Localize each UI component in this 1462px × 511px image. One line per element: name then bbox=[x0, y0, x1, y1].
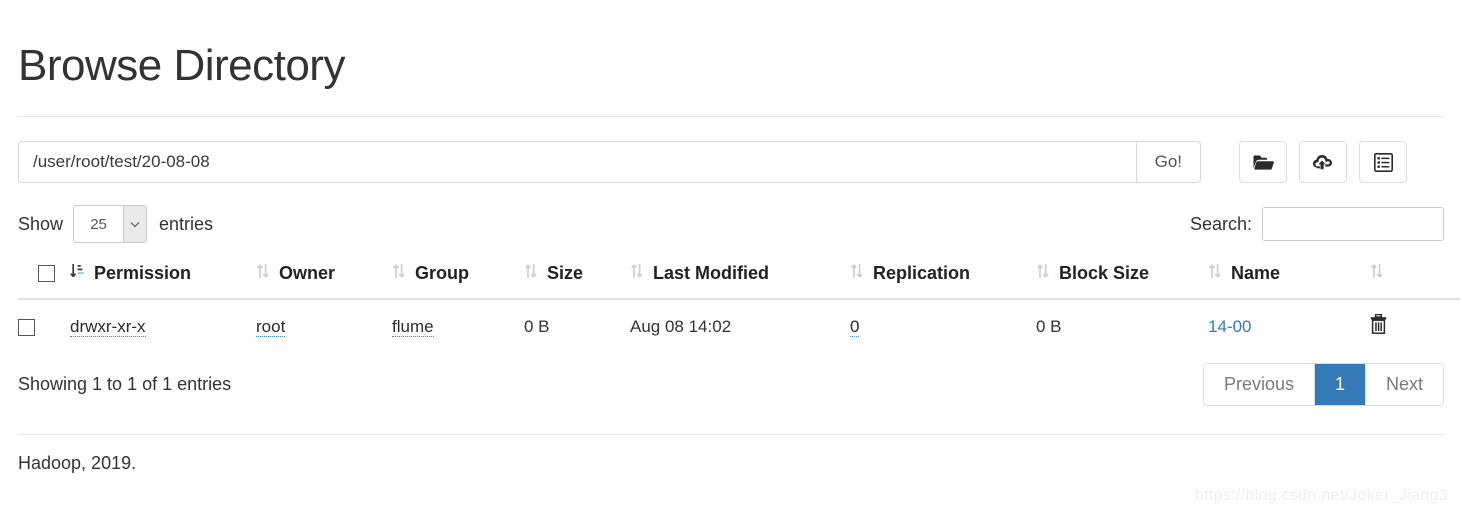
table-row: drwxr-xr-x root flume 0 B Aug 08 14:02 0 bbox=[18, 299, 1460, 355]
column-header-size[interactable]: Size bbox=[524, 255, 630, 301]
file-name-link[interactable]: 14-00 bbox=[1208, 317, 1251, 336]
cell-group: flume bbox=[392, 299, 524, 355]
new-directory-button[interactable] bbox=[1239, 141, 1287, 184]
snapshot-list-button[interactable] bbox=[1359, 141, 1407, 184]
block-size-value: 0 B bbox=[1036, 316, 1062, 336]
sort-icon bbox=[392, 263, 405, 284]
cell-block-size: 0 B bbox=[1036, 299, 1208, 355]
browse-directory-page: Browse Directory Go! bbox=[0, 0, 1462, 511]
entries-label: entries bbox=[159, 213, 214, 234]
files-table-head: Permission Owner Group Size Last Modifie… bbox=[18, 255, 1460, 301]
page-title: Browse Directory bbox=[18, 41, 345, 90]
delete-row-button[interactable] bbox=[1370, 314, 1387, 337]
sort-icon bbox=[524, 263, 537, 284]
table-header-row: Permission Owner Group Size Last Modifie… bbox=[18, 255, 1460, 301]
column-header-block-size[interactable]: Block Size bbox=[1036, 255, 1208, 301]
column-label-block-size: Block Size bbox=[1059, 263, 1150, 284]
cell-permission: drwxr-xr-x bbox=[70, 299, 256, 355]
sort-icon bbox=[1036, 263, 1049, 284]
table-controls: Show 25 entries Search: bbox=[18, 205, 1444, 244]
cell-replication: 0 bbox=[850, 299, 1036, 355]
path-input-group: Go! bbox=[18, 141, 1201, 184]
search-input[interactable] bbox=[1262, 207, 1444, 242]
pagination-previous[interactable]: Previous bbox=[1203, 364, 1315, 406]
go-button[interactable]: Go! bbox=[1135, 141, 1201, 184]
pagination-page-1[interactable]: 1 bbox=[1314, 364, 1366, 406]
column-label-permission: Permission bbox=[94, 263, 192, 284]
list-alt-icon bbox=[1373, 152, 1393, 172]
column-label-size: Size bbox=[547, 263, 584, 284]
watermark: https://blog.csdn.net/Joker_Jiang3 bbox=[1194, 487, 1448, 504]
sort-desc-active-icon bbox=[70, 263, 84, 284]
table-footer: Showing 1 to 1 of 1 entries Previous 1 N… bbox=[18, 363, 1444, 407]
pagination: Previous 1 Next bbox=[1202, 363, 1444, 407]
column-header-owner[interactable]: Owner bbox=[256, 255, 392, 301]
sort-icon bbox=[1370, 263, 1383, 284]
select-all-checkbox[interactable] bbox=[38, 265, 55, 283]
column-header-select[interactable] bbox=[18, 255, 70, 301]
page-length-select[interactable]: 25 bbox=[73, 205, 148, 244]
size-value: 0 B bbox=[524, 316, 550, 336]
column-header-last-modified[interactable]: Last Modified bbox=[630, 255, 850, 301]
sort-icon bbox=[256, 263, 269, 284]
search-control: Search: bbox=[1189, 207, 1444, 242]
page-length-value: 25 bbox=[90, 215, 107, 233]
column-label-last-modified: Last Modified bbox=[653, 263, 769, 284]
footer-text: Hadoop, 2019. bbox=[18, 453, 137, 474]
column-header-name[interactable]: Name bbox=[1208, 255, 1370, 301]
column-label-group: Group bbox=[415, 263, 469, 284]
page-length-control: Show 25 entries bbox=[18, 205, 214, 244]
owner-value[interactable]: root bbox=[256, 316, 286, 337]
column-label-owner: Owner bbox=[279, 263, 336, 284]
cloud-upload-icon bbox=[1312, 153, 1335, 171]
cell-owner: root bbox=[256, 299, 392, 355]
cell-last-modified: Aug 08 14:02 bbox=[630, 299, 850, 355]
pagination-next[interactable]: Next bbox=[1365, 364, 1443, 406]
showing-entries-info: Showing 1 to 1 of 1 entries bbox=[18, 374, 232, 395]
files-table: Permission Owner Group Size Last Modifie… bbox=[18, 255, 1460, 355]
cell-actions bbox=[1370, 299, 1460, 355]
path-input[interactable] bbox=[18, 141, 1136, 184]
group-value[interactable]: flume bbox=[392, 316, 434, 337]
permission-value[interactable]: drwxr-xr-x bbox=[70, 316, 146, 337]
row-checkbox[interactable] bbox=[18, 318, 35, 336]
replication-value[interactable]: 0 bbox=[850, 316, 860, 337]
sort-icon bbox=[630, 263, 643, 284]
files-table-body: drwxr-xr-x root flume 0 B Aug 08 14:02 0 bbox=[18, 299, 1460, 355]
search-label: Search: bbox=[1189, 213, 1252, 234]
trash-icon bbox=[1370, 314, 1387, 337]
last-modified-value: Aug 08 14:02 bbox=[630, 316, 732, 336]
title-divider bbox=[18, 116, 1444, 118]
column-header-replication[interactable]: Replication bbox=[850, 255, 1036, 301]
chevron-down-icon bbox=[123, 206, 147, 243]
upload-files-button[interactable] bbox=[1299, 141, 1347, 184]
column-header-actions bbox=[1370, 255, 1460, 301]
column-header-permission[interactable]: Permission bbox=[70, 255, 256, 301]
directory-action-buttons bbox=[1239, 141, 1407, 184]
folder-open-icon bbox=[1252, 153, 1274, 171]
sort-icon bbox=[1208, 263, 1221, 284]
path-toolbar: Go! bbox=[18, 141, 1444, 184]
column-header-group[interactable]: Group bbox=[392, 255, 524, 301]
column-label-replication: Replication bbox=[873, 263, 971, 284]
column-label-name: Name bbox=[1231, 263, 1281, 284]
row-select-cell bbox=[18, 299, 70, 355]
show-label: Show bbox=[18, 213, 64, 234]
cell-name: 14-00 bbox=[1208, 299, 1370, 355]
sort-icon bbox=[850, 263, 863, 284]
cell-size: 0 B bbox=[524, 299, 630, 355]
